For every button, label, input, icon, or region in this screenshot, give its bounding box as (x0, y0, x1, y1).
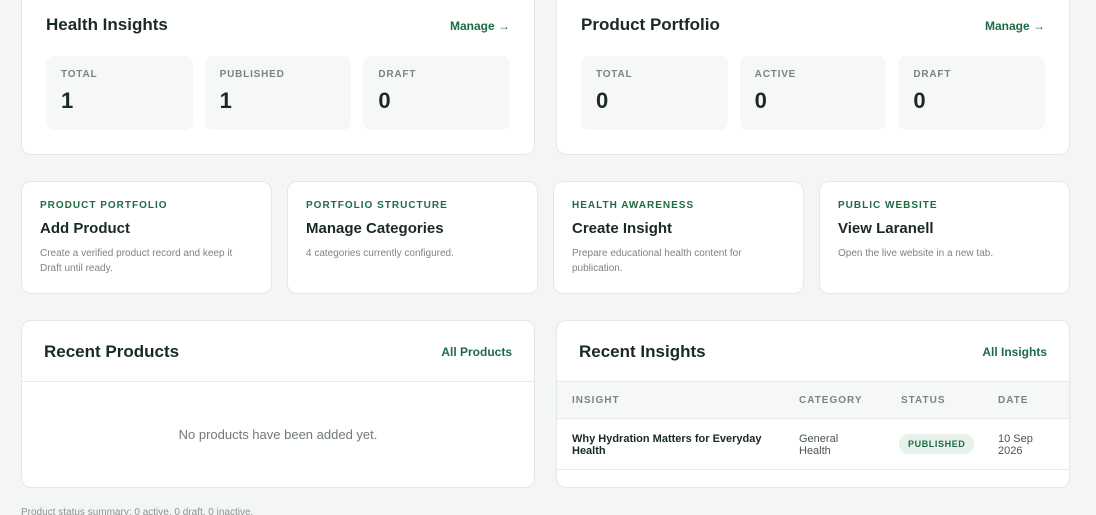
action-title: Add Product (40, 220, 130, 237)
product-portfolio-stats: TOTAL 0 ACTIVE 0 DRAFT 0 (581, 56, 1046, 130)
stat-label: DRAFT (913, 69, 952, 80)
insights-table-header: INSIGHT CATEGORY STATUS DATE (557, 382, 1069, 419)
all-products-link[interactable]: All Products (441, 345, 512, 359)
stat-card-draft: DRAFT 0 (363, 56, 511, 130)
product-portfolio-title: Product Portfolio (581, 15, 720, 34)
health-insights-panel: Health Insights Manage → TOTAL 1 PUBLISH… (21, 0, 535, 155)
recent-products-title: Recent Products (44, 342, 180, 361)
insight-date-cell: 10 Sep 2026 (998, 433, 1033, 457)
create-insight-card[interactable]: HEALTH AWARENESS Create Insight Prepare … (553, 181, 804, 294)
stat-label: TOTAL (61, 69, 98, 80)
health-insights-title: Health Insights (46, 15, 168, 34)
action-description: Prepare educational health content for p… (572, 248, 742, 274)
empty-state-message: No products have been added yet. (178, 427, 378, 442)
action-description: Create a verified product record and kee… (40, 248, 233, 274)
stat-card-draft: DRAFT 0 (898, 56, 1046, 130)
add-product-card[interactable]: PRODUCT PORTFOLIO Add Product Create a v… (21, 181, 272, 294)
stat-value: 1 (61, 88, 74, 113)
recent-products-panel: Recent Products All Products No products… (21, 320, 535, 488)
action-eyebrow: PORTFOLIO STRUCTURE (306, 200, 448, 211)
action-eyebrow: HEALTH AWARENESS (572, 200, 695, 211)
health-insights-manage-link[interactable]: Manage → (450, 19, 510, 33)
insight-title-cell[interactable]: Why Hydration Matters for Everyday Healt… (572, 433, 772, 457)
all-insights-link[interactable]: All Insights (982, 345, 1047, 359)
recent-products-header: Recent Products All Products (22, 321, 534, 382)
recent-insights-title: Recent Insights (579, 342, 706, 361)
stat-value: 0 (378, 88, 391, 113)
stat-value: 0 (754, 88, 767, 113)
stat-label: TOTAL (596, 69, 633, 80)
stat-card-published: PUBLISHED 1 (204, 56, 352, 130)
action-description: Open the live website in a new tab. (838, 248, 994, 259)
action-eyebrow: PUBLIC WEBSITE (838, 200, 938, 211)
action-eyebrow: PRODUCT PORTFOLIO (40, 200, 168, 211)
recent-insights-panel: Recent Insights All Insights INSIGHT CAT… (556, 320, 1070, 488)
stat-value: 0 (913, 88, 926, 113)
column-header-insight: INSIGHT (572, 395, 620, 406)
view-website-card[interactable]: PUBLIC WEBSITE View Laranell Open the li… (819, 181, 1070, 294)
stat-label: ACTIVE (754, 69, 797, 80)
stat-card-active: ACTIVE 0 (739, 56, 887, 130)
action-description: 4 categories currently configured. (306, 248, 454, 259)
health-insights-stats: TOTAL 1 PUBLISHED 1 DRAFT 0 (46, 56, 511, 130)
product-portfolio-manage-link[interactable]: Manage → (985, 19, 1045, 33)
stat-card-total: TOTAL 0 (581, 56, 728, 130)
status-badge: PUBLISHED (899, 434, 975, 454)
quick-actions: PRODUCT PORTFOLIO Add Product Create a v… (21, 181, 1070, 294)
dashboard-page: Health Insights Manage → TOTAL 1 PUBLISH… (0, 0, 1096, 515)
table-row[interactable]: Why Hydration Matters for Everyday Healt… (557, 419, 1069, 470)
stat-value: 1 (219, 88, 232, 113)
action-title: Create Insight (572, 220, 673, 237)
column-header-category: CATEGORY (799, 395, 863, 406)
stat-label: DRAFT (378, 69, 417, 80)
action-title: View Laranell (838, 220, 934, 237)
product-portfolio-panel: Product Portfolio Manage → TOTAL 0 ACTIV… (556, 0, 1070, 155)
action-title: Manage Categories (306, 220, 444, 237)
manage-categories-card[interactable]: PORTFOLIO STRUCTURE Manage Categories 4 … (287, 181, 538, 294)
stat-label: PUBLISHED (219, 69, 285, 80)
stat-card-total: TOTAL 1 (46, 56, 193, 130)
product-status-summary: Product status summary: 0 active, 0 draf… (21, 507, 254, 515)
stat-value: 0 (596, 88, 609, 113)
insight-category-cell: General Health (799, 433, 839, 457)
column-header-status: STATUS (901, 395, 946, 406)
column-header-date: DATE (998, 395, 1029, 406)
recent-insights-header: Recent Insights All Insights (557, 321, 1069, 382)
